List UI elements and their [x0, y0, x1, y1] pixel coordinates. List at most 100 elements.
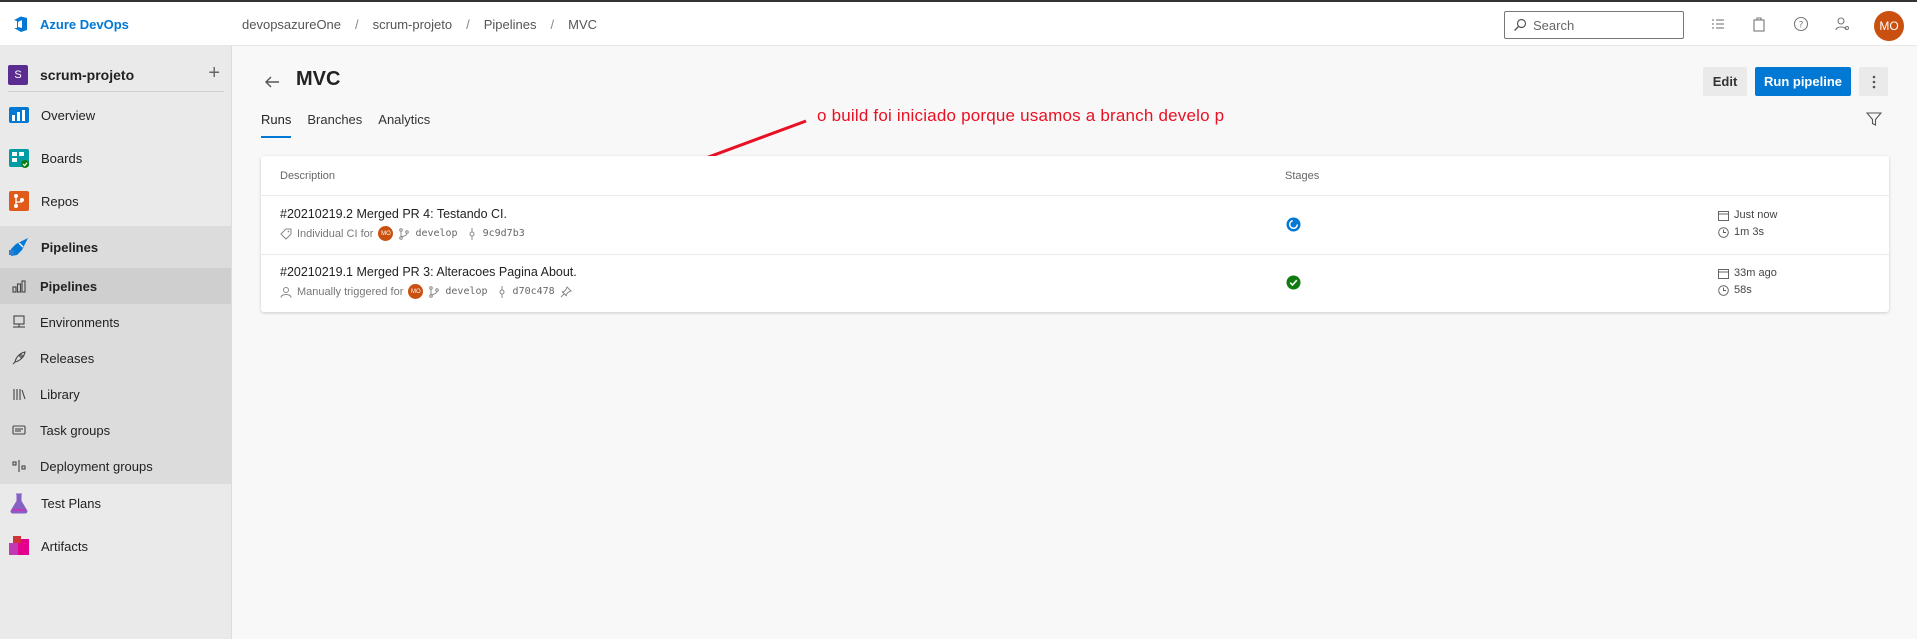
- commit-icon: [469, 227, 475, 240]
- top-bar: Azure DevOps devopsazureOne / scrum-proj…: [0, 0, 1917, 46]
- run-duration-value: 58s: [1734, 284, 1752, 296]
- filter-icon[interactable]: [1866, 111, 1882, 127]
- more-actions-button[interactable]: [1859, 67, 1888, 96]
- list-icon[interactable]: [1710, 16, 1726, 32]
- sidebar-item-label: Artifacts: [41, 538, 88, 554]
- sidebar-item-label: Test Plans: [41, 495, 101, 511]
- sidebar-subitem-library[interactable]: Library: [0, 376, 231, 412]
- run-when: Just now: [1734, 209, 1778, 221]
- run-queued-time: 33m ago: [1718, 267, 1777, 279]
- sidebar-item-pipelines[interactable]: Pipelines: [0, 226, 231, 268]
- overview-icon: [9, 107, 29, 123]
- task-groups-icon: [12, 425, 26, 435]
- search-icon: [1514, 18, 1527, 31]
- pipelines-sub-icon: [12, 280, 26, 293]
- run-pipeline-button[interactable]: Run pipeline: [1755, 67, 1851, 96]
- run-branch[interactable]: develop: [415, 228, 457, 239]
- runs-table: Description Stages #20210219.2 Merged PR…: [261, 156, 1889, 312]
- breadcrumb-project[interactable]: scrum-projeto: [373, 17, 452, 32]
- sidebar-item-overview[interactable]: Overview: [0, 97, 231, 133]
- breadcrumb-organization[interactable]: devopsazureOne: [242, 17, 341, 32]
- sidebar-subitem-environments[interactable]: Environments: [0, 304, 231, 340]
- run-commit[interactable]: 9c9d7b3: [483, 228, 525, 239]
- breadcrumb-separator: /: [550, 17, 555, 32]
- commit-icon: [499, 285, 505, 298]
- new-project-plus-icon[interactable]: +: [208, 63, 220, 83]
- run-duration-value: 1m 3s: [1734, 226, 1764, 238]
- run-title[interactable]: #20210219.2 Merged PR 4: Testando CI.: [280, 207, 507, 221]
- breadcrumb-separator: /: [355, 17, 359, 32]
- run-commit[interactable]: d70c478: [513, 286, 555, 297]
- boards-icon: [9, 149, 29, 168]
- breadcrumb-pipeline[interactable]: MVC: [568, 17, 597, 32]
- breadcrumb-pipelines[interactable]: Pipelines: [484, 17, 537, 32]
- sidebar-item-label: Deployment groups: [40, 458, 153, 474]
- page-title: MVC: [296, 68, 341, 90]
- calendar-icon: [1718, 268, 1729, 279]
- sidebar: S scrum-projeto + Overview Boards Repos: [0, 46, 232, 639]
- annotation-text: o build foi iniciado porque usamos a bra…: [817, 106, 1225, 125]
- run-trigger: Manually triggered for: [297, 285, 404, 298]
- azure-devops-logo-icon: [14, 16, 27, 32]
- pipelines-icon: [9, 238, 28, 256]
- sidebar-subitem-releases[interactable]: Releases: [0, 340, 231, 376]
- run-meta: Manually triggered for MO develop d70c47…: [280, 284, 577, 299]
- help-icon[interactable]: ?: [1793, 16, 1809, 32]
- brand-name: Azure DevOps: [40, 16, 129, 32]
- run-when: 33m ago: [1734, 267, 1777, 279]
- sidebar-subitem-task-groups[interactable]: Task groups: [0, 412, 231, 448]
- sidebar-item-boards[interactable]: Boards: [0, 140, 231, 176]
- back-arrow-icon[interactable]: [263, 73, 281, 91]
- clock-icon: [1718, 284, 1729, 296]
- run-meta: Individual CI for MO develop 9c9d7b3: [280, 226, 525, 241]
- sidebar-item-label: Environments: [40, 314, 120, 330]
- deployment-groups-icon: [12, 460, 26, 472]
- table-row[interactable]: #20210219.2 Merged PR 4: Testando CI. In…: [261, 196, 1889, 254]
- tab-runs[interactable]: Runs: [261, 112, 292, 138]
- avatar: MO: [378, 226, 394, 241]
- marketplace-bag-icon[interactable]: [1751, 16, 1767, 32]
- run-trigger: Individual CI for: [297, 227, 374, 240]
- tab-branches[interactable]: Branches: [307, 112, 362, 138]
- tab-analytics[interactable]: Analytics: [378, 112, 430, 138]
- project-name: scrum-projeto: [40, 66, 135, 83]
- test-plans-flask-icon: [10, 493, 28, 514]
- search-placeholder: Search: [1533, 17, 1575, 33]
- run-title[interactable]: #20210219.1 Merged PR 3: Alteracoes Pagi…: [280, 265, 577, 279]
- run-queued-time: Just now: [1718, 209, 1777, 221]
- sidebar-subitem-deployment-groups[interactable]: Deployment groups: [0, 448, 231, 484]
- sidebar-item-repos[interactable]: Repos: [0, 183, 231, 219]
- project-selector[interactable]: S scrum-projeto +: [8, 58, 224, 92]
- sidebar-item-label: Task groups: [40, 422, 111, 438]
- sidebar-item-label: Pipelines: [41, 239, 99, 255]
- stage-succeeded-icon[interactable]: [1286, 275, 1301, 290]
- tab-bar: Runs Branches Analytics: [261, 112, 446, 138]
- column-header-stages: Stages: [1285, 170, 1320, 182]
- stage-in-progress-icon[interactable]: [1286, 217, 1301, 232]
- sidebar-item-label: Releases: [40, 350, 95, 366]
- edit-button[interactable]: Edit: [1703, 67, 1747, 96]
- branch-icon: [399, 227, 410, 240]
- calendar-icon: [1718, 210, 1729, 221]
- sidebar-item-label: Pipelines: [40, 278, 98, 294]
- sidebar-item-artifacts[interactable]: Artifacts: [0, 528, 231, 564]
- breadcrumb-separator: /: [466, 17, 470, 32]
- run-branch[interactable]: develop: [445, 286, 487, 297]
- user-avatar[interactable]: MO: [1874, 11, 1904, 41]
- sidebar-item-label: Boards: [41, 150, 83, 166]
- pin-icon[interactable]: [560, 285, 572, 298]
- artifacts-icon: [9, 536, 29, 555]
- breadcrumb: devopsazureOne / scrum-projeto / Pipelin…: [242, 17, 597, 32]
- search-input[interactable]: Search: [1504, 11, 1684, 39]
- project-badge: S: [8, 64, 28, 85]
- table-row[interactable]: #20210219.1 Merged PR 3: Alteracoes Pagi…: [261, 254, 1889, 312]
- library-icon: [13, 389, 26, 400]
- sidebar-subitem-pipelines[interactable]: Pipelines: [0, 268, 231, 304]
- column-header-description: Description: [280, 170, 336, 182]
- sidebar-item-test-plans[interactable]: Test Plans: [0, 485, 231, 521]
- brand[interactable]: Azure DevOps: [12, 15, 129, 33]
- user-settings-icon[interactable]: [1834, 16, 1850, 32]
- clock-icon: [1718, 226, 1729, 238]
- releases-rocket-icon: [12, 351, 26, 365]
- sidebar-item-label: Library: [40, 386, 80, 402]
